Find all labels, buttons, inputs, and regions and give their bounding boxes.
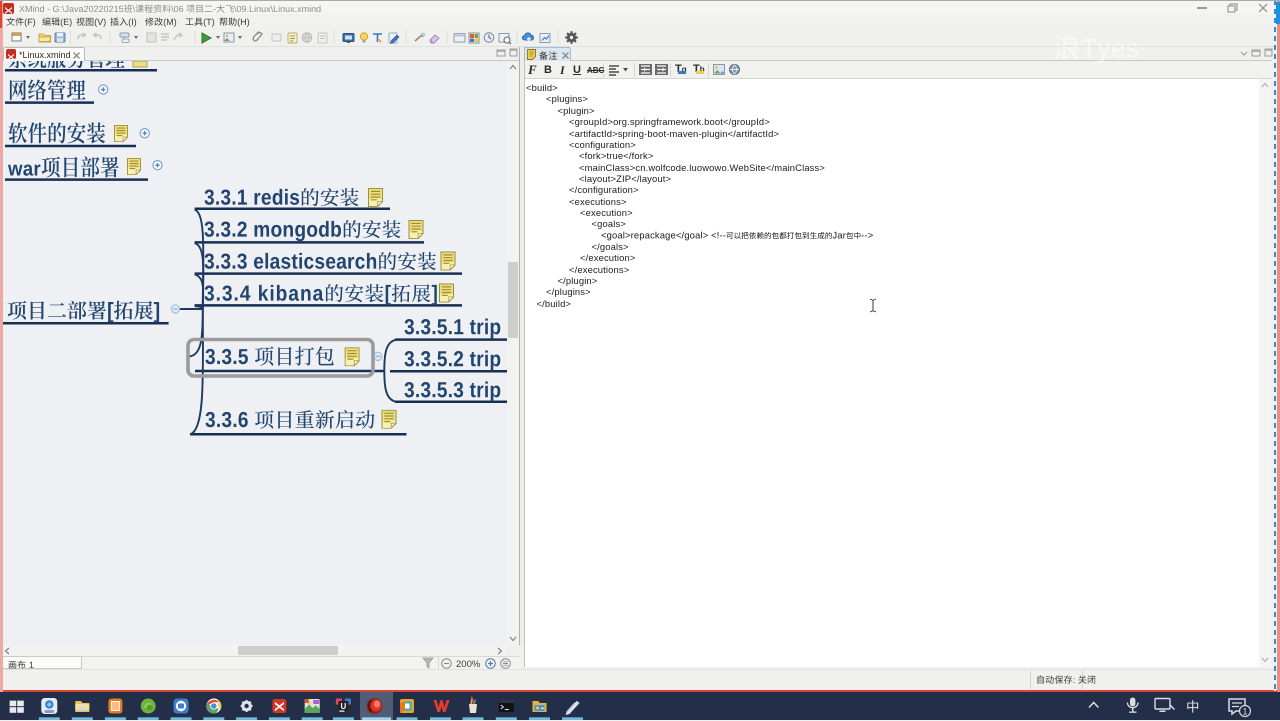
svg-text:U: U bbox=[341, 702, 347, 711]
svg-text:1: 1 bbox=[1242, 707, 1247, 717]
